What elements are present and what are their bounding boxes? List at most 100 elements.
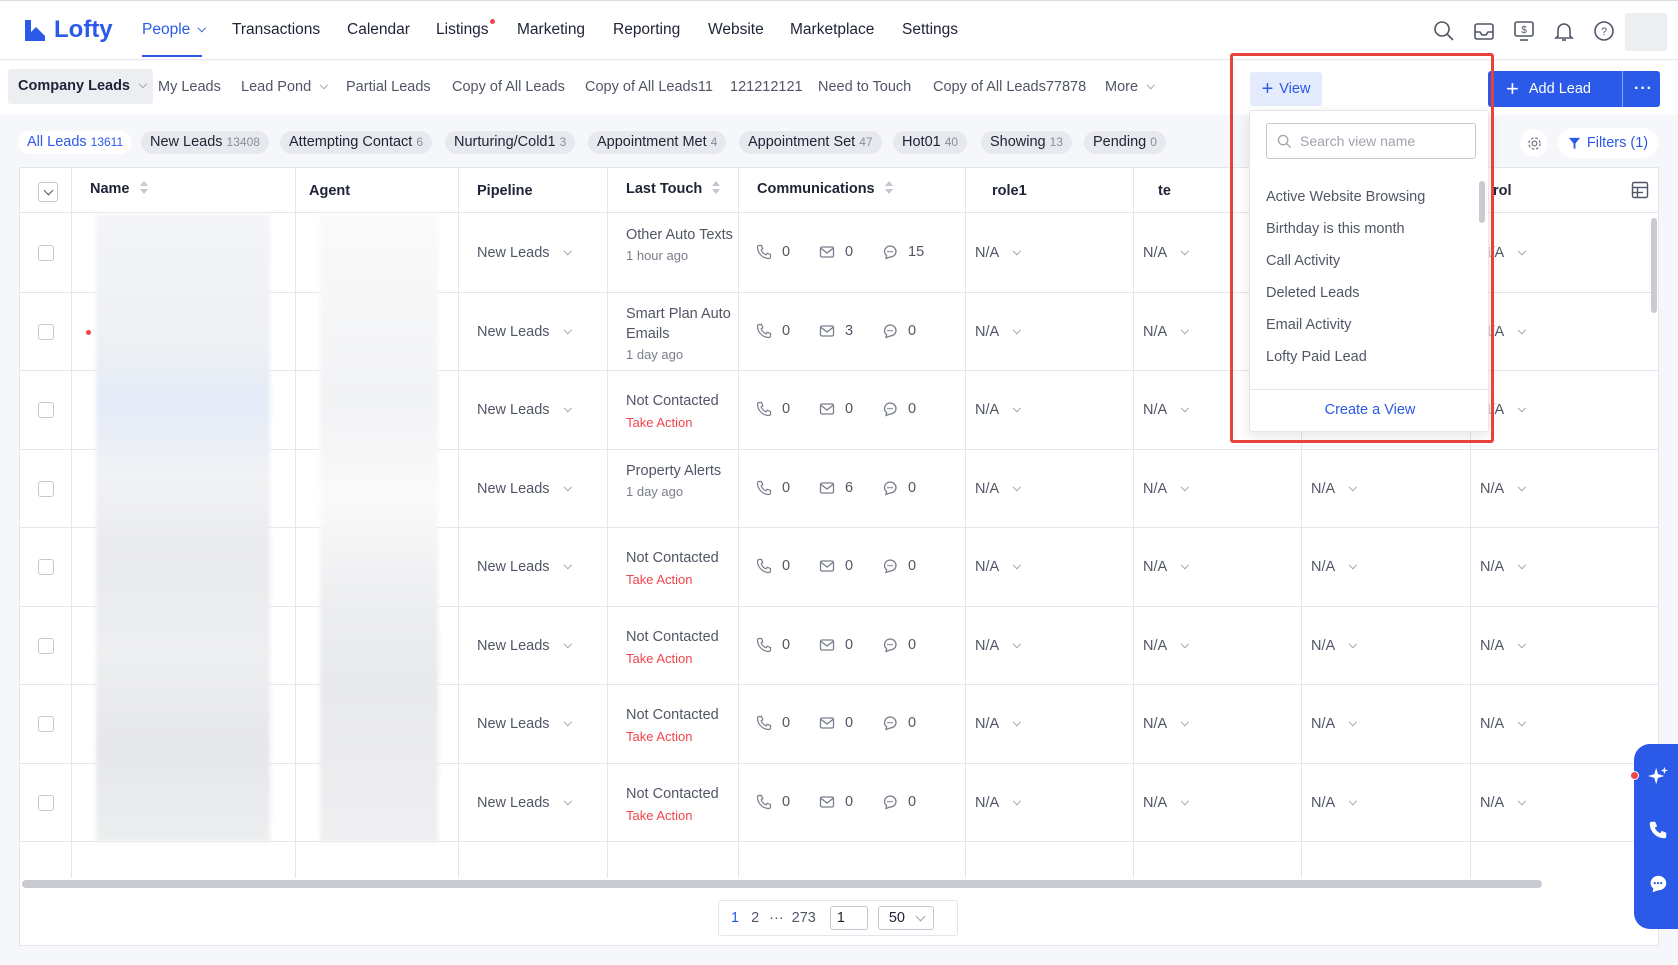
email-count[interactable]: 0 [819,244,853,260]
pipeline-select[interactable]: New Leads [477,324,572,340]
filter-chip[interactable]: Appointment Set 47 [739,131,882,154]
phone-icon[interactable] [1646,818,1670,842]
help-icon[interactable]: ? [1592,19,1616,43]
text-message-count[interactable]: 0 [882,401,916,417]
take-action-link[interactable]: Take Action [626,572,736,587]
view-option[interactable]: Call Activity [1250,245,1472,277]
role-select[interactable]: N/A [1480,716,1527,732]
role-select[interactable]: N/A [1480,638,1527,654]
role-select[interactable]: N/A [975,795,1022,811]
role-select[interactable]: N/A [975,716,1022,732]
take-action-link[interactable]: Take Action [626,415,736,430]
nav-item-marketing[interactable]: Marketing [517,21,585,39]
role-select[interactable]: N/A [1311,638,1358,654]
view-tab[interactable]: Company Leads [8,69,153,104]
role-select[interactable]: N/A [1143,716,1190,732]
chip-settings-button[interactable] [1520,129,1548,157]
role-select[interactable]: N/A [1480,559,1527,575]
role-select[interactable]: N/A [1143,245,1190,261]
nav-item-calendar[interactable]: Calendar [347,21,410,39]
vertical-scrollbar[interactable] [1651,218,1657,313]
column-header-last-touch[interactable]: Last Touch [626,181,721,197]
filter-chip[interactable]: Attempting Contact 6 [280,131,433,154]
filter-chip[interactable]: Nurturing/Cold1 3 [445,131,576,154]
row-checkbox[interactable] [38,716,54,732]
create-view-link[interactable]: Create a View [1250,389,1490,431]
select-all-checkbox[interactable] [38,182,58,202]
email-count[interactable]: 3 [819,323,853,339]
text-message-count[interactable]: 0 [882,558,916,574]
row-checkbox[interactable] [38,559,54,575]
role-select[interactable]: N/A [1143,402,1190,418]
role-select[interactable]: N/A [1143,638,1190,654]
email-count[interactable]: 0 [819,401,853,417]
page-size-select[interactable]: 50 [877,906,934,930]
nav-item-marketplace[interactable]: Marketplace [790,21,874,39]
column-header-communications[interactable]: Communications [757,181,893,197]
view-tab[interactable]: Need to Touch [818,79,911,95]
nav-item-people[interactable]: People [142,21,207,57]
filter-chip[interactable]: Appointment Met 4 [588,131,727,154]
view-search-input[interactable] [1300,133,1470,149]
search-icon[interactable] [1432,19,1456,43]
nav-item-settings[interactable]: Settings [902,21,958,39]
phone-count[interactable]: 0 [756,244,790,260]
text-message-count[interactable]: 15 [882,244,924,260]
ai-sparkle-icon[interactable] [1646,764,1670,788]
text-message-count[interactable]: 0 [882,480,916,496]
more-options-icon[interactable]: ··· [1634,80,1653,98]
role-select[interactable]: N/A [975,402,1022,418]
view-search[interactable] [1266,123,1476,159]
filter-chip[interactable]: Hot01 40 [893,131,968,154]
role-select[interactable]: N/A [1311,716,1358,732]
phone-count[interactable]: 0 [756,323,790,339]
row-checkbox[interactable] [38,323,54,340]
role-select[interactable]: N/A [1143,324,1190,340]
nav-item-listings[interactable]: Listings [436,19,495,39]
view-option[interactable]: Birthday is this month [1250,213,1472,245]
email-count[interactable]: 0 [819,715,853,731]
row-checkbox[interactable] [38,480,54,497]
filters-button[interactable]: Filters (1) [1558,128,1658,158]
page-jump-input[interactable]: 1 [829,906,868,930]
filter-chip[interactable]: Pending 0 [1084,131,1166,154]
role-select[interactable]: N/A [1143,559,1190,575]
take-action-link[interactable]: Take Action [626,729,736,744]
add-view-button[interactable]: + View [1250,72,1322,106]
email-count[interactable]: 0 [819,558,853,574]
column-settings-icon[interactable] [1631,181,1649,199]
text-message-count[interactable]: 0 [882,637,916,653]
inbox-icon[interactable] [1472,19,1496,43]
row-checkbox[interactable] [38,794,54,811]
sort-icon[interactable] [884,179,893,195]
page-last[interactable]: 273 [792,910,816,926]
page-1[interactable]: 1 [731,910,739,926]
user-avatar[interactable] [1625,13,1667,51]
view-tab[interactable]: Lead Pond [241,79,329,95]
text-message-count[interactable]: 0 [882,715,916,731]
dropdown-scrollbar[interactable] [1479,181,1485,223]
email-count[interactable]: 6 [819,480,853,496]
row-checkbox[interactable] [38,637,54,654]
horizontal-scrollbar[interactable] [22,880,1542,888]
role-select[interactable]: N/A [1311,559,1358,575]
view-option[interactable]: Active Website Browsing [1250,181,1472,213]
filter-chip[interactable]: Showing 13 [981,131,1072,154]
view-tab[interactable]: 121212121 [730,79,803,95]
role-select[interactable]: N/A [1311,481,1358,497]
role-select[interactable]: N/A [1143,795,1190,811]
bell-icon[interactable] [1552,19,1576,43]
email-count[interactable]: 0 [819,637,853,653]
pipeline-select[interactable]: New Leads [477,481,572,497]
role-select[interactable]: N/A [1480,481,1527,497]
view-tab[interactable]: Copy of All Leads77878 [933,79,1086,95]
view-option[interactable]: Deleted Leads [1250,277,1472,309]
filter-chip[interactable]: New Leads 13408 [141,131,269,154]
row-checkbox[interactable] [38,402,54,418]
add-lead-button[interactable]: + Add Lead ··· [1488,71,1660,107]
phone-count[interactable]: 0 [756,401,790,417]
pipeline-select[interactable]: New Leads [477,638,572,654]
role-select[interactable]: N/A [975,481,1022,497]
view-tab[interactable]: More [1105,79,1156,95]
take-action-link[interactable]: Take Action [626,808,736,823]
